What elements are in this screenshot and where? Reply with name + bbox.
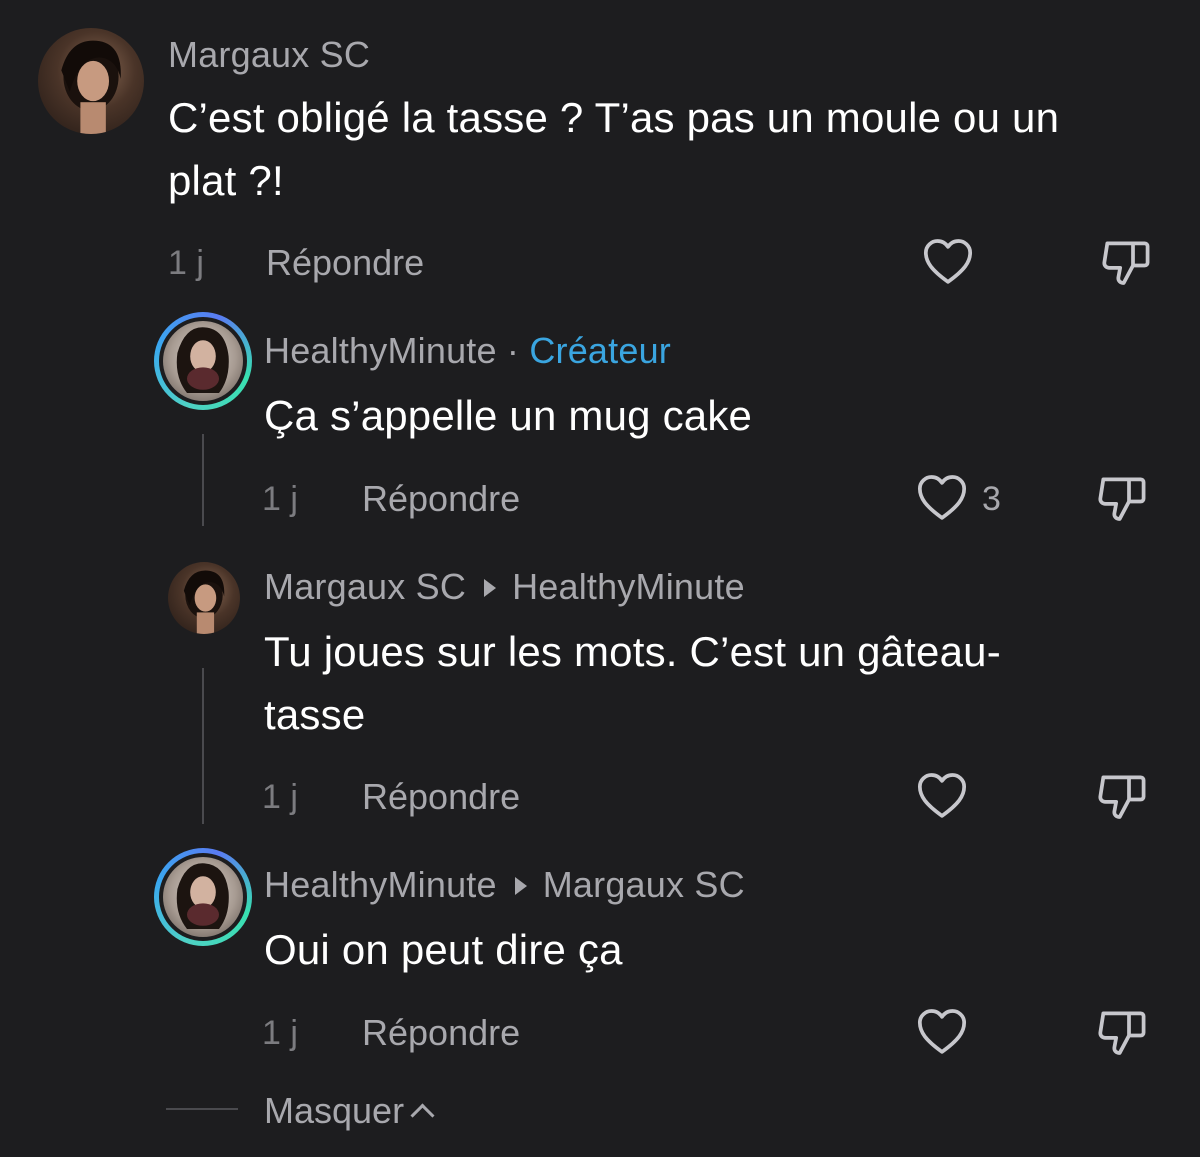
reply-to-name[interactable]: HealthyMinute [512,566,745,607]
comment-text: Ça s’appelle un mug cake [264,392,753,439]
comment-author[interactable]: Margaux SC [168,34,370,76]
reply-button[interactable]: Répondre [266,242,424,284]
creator-avatar[interactable] [154,848,252,946]
thread-line [202,668,204,824]
comment-text-line: C’est obligé la tasse ? T’as pas un moul… [168,94,1060,141]
reply-button[interactable]: Répondre [362,478,520,520]
thumbs-down-icon[interactable] [1094,1004,1150,1060]
comment-time: 1 j [168,244,204,282]
avatar[interactable] [38,28,144,134]
collapse-divider [166,1108,238,1110]
author-name[interactable]: HealthyMinute [264,864,497,905]
reply-button[interactable]: Répondre [362,1012,520,1054]
comment-text: Tu joues sur les mots. C’est un gâteau- … [264,620,1144,746]
comment-time: 1 j [262,778,298,816]
reply-arrow-icon [484,579,497,598]
thumbs-down-icon[interactable] [1094,470,1150,526]
heart-icon[interactable] [914,470,970,526]
thumbs-down-icon[interactable] [1098,234,1154,290]
comment-time: 1 j [262,1014,298,1052]
comment-time: 1 j [262,480,298,518]
comment-text-line: tasse [264,691,366,738]
comment-author[interactable]: HealthyMinute Margaux SC [264,864,745,906]
creator-avatar[interactable] [154,312,252,410]
thread-line [202,434,204,526]
hide-replies-label[interactable]: Masquer [264,1090,404,1131]
like-count: 3 [982,480,1001,518]
author-name[interactable]: HealthyMinute [264,330,497,371]
comment-author[interactable]: HealthyMinute · Créateur [264,330,671,372]
avatar[interactable] [168,562,240,634]
chevron-up-icon[interactable] [410,1103,435,1128]
hide-replies-button[interactable]: Masquer [264,1090,435,1132]
thumbs-down-icon[interactable] [1094,768,1150,824]
author-name[interactable]: Margaux SC [264,566,466,607]
heart-icon[interactable] [914,1004,970,1060]
comment-text: C’est obligé la tasse ? T’as pas un moul… [168,86,1168,212]
comment-text: Oui on peut dire ça [264,926,623,973]
reply-arrow-icon [514,877,527,896]
comment-author[interactable]: Margaux SC HealthyMinute [264,566,745,608]
heart-icon[interactable] [920,234,976,290]
reply-to-name[interactable]: Margaux SC [543,864,745,905]
name-separator: · [506,330,520,371]
reply-button[interactable]: Répondre [362,776,520,818]
comments-panel: Margaux SC C’est obligé la tasse ? T’as … [0,0,1200,1157]
comment-text-line: plat ?! [168,157,284,204]
creator-badge: Créateur [529,330,671,371]
heart-icon[interactable] [914,768,970,824]
comment-text-line: Tu joues sur les mots. C’est un gâteau- [264,628,1001,675]
